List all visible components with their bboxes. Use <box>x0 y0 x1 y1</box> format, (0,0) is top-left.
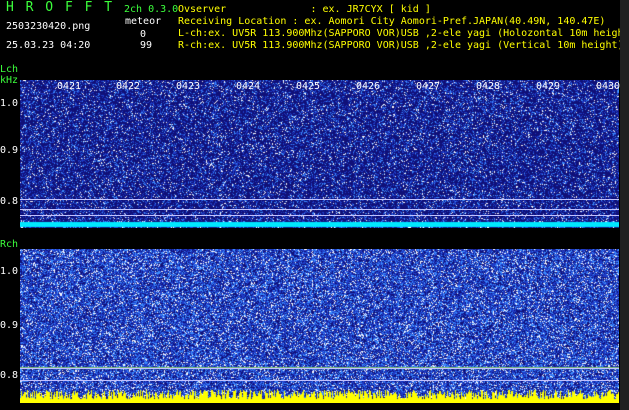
rch-marker-line-1 <box>20 368 619 369</box>
meteor-label: meteor <box>125 16 162 27</box>
time-tick-0424: 0424 <box>236 81 261 92</box>
meteor-count-rch: 99 <box>140 40 153 51</box>
time-tick-0430: 0430 <box>596 81 621 92</box>
channel-version: 2ch 0.3.0 <box>124 4 179 15</box>
vertical-scrollbar[interactable] <box>620 0 629 410</box>
time-tick-0428: 0428 <box>476 81 501 92</box>
time-tick-0425: 0425 <box>296 81 321 92</box>
time-tick-0427: 0427 <box>416 81 441 92</box>
time-tick-0426: 0426 <box>356 81 381 92</box>
rch-label: Rch <box>0 239 19 250</box>
rch-info-line: R-ch:ex. UV5R 113.900Mhz(SAPPORO VOR)USB… <box>178 40 624 51</box>
time-tick-0429: 0429 <box>536 81 561 92</box>
datetime-label: 25.03.23 04:20 <box>6 40 91 51</box>
rch-tick-1-0: 1.0 <box>0 266 19 277</box>
observer-line: Ovserver : ex. JR7CYX [ kid ] <box>178 4 431 15</box>
rch-tick-0-9: 0.9 <box>0 320 19 331</box>
time-tick-0421: 0421 <box>57 81 82 92</box>
lch-marker-line-1 <box>20 199 619 200</box>
lch-tick-0-8: 0.8 <box>0 196 19 207</box>
lch-info-line: L-ch:ex. UV5R 113.900Mhz(SAPPORO VOR)USB… <box>178 28 629 39</box>
rch-tick-0-8: 0.8 <box>0 370 19 381</box>
lch-marker-line-2 <box>20 209 619 210</box>
rch-marker-line-2 <box>20 380 619 381</box>
lch-tick-0-9: 0.9 <box>0 145 19 156</box>
location-line: Receiving Location : ex. Aomori City Aom… <box>178 16 606 27</box>
filename-label: 2503230420.png <box>6 21 91 32</box>
lch-spectrogram <box>20 80 619 228</box>
lch-unit-label: kHz <box>0 75 19 86</box>
lch-marker-line-3 <box>20 215 619 216</box>
app-title: H R O F F T <box>6 0 115 15</box>
time-tick-0423: 0423 <box>176 81 201 92</box>
lch-tick-1-0: 1.0 <box>0 98 19 109</box>
time-tick-0422: 0422 <box>116 81 141 92</box>
